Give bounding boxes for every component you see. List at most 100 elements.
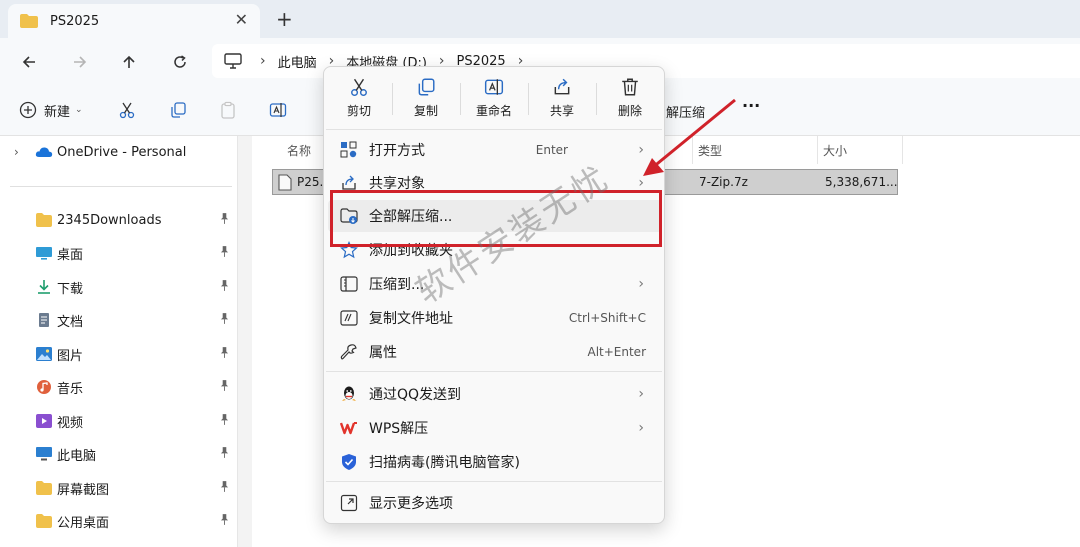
forward-arrow-icon[interactable] — [68, 50, 92, 74]
column-header-name[interactable]: 名称 — [287, 142, 311, 159]
column-divider — [817, 136, 818, 164]
rename-icon — [268, 100, 288, 120]
sidebar-item[interactable]: 屏幕截图 — [0, 474, 238, 502]
sidebar-item[interactable]: 文档 — [0, 306, 238, 334]
folder-icon — [36, 481, 52, 495]
sidebar-scrollbar[interactable] — [238, 136, 252, 547]
refresh-icon[interactable] — [168, 50, 192, 74]
quick-action-label: 删除 — [617, 104, 642, 118]
computer-icon — [36, 447, 52, 461]
sidebar-item[interactable]: 音乐 — [0, 373, 238, 401]
quick-action-label: 重命名 — [475, 104, 512, 118]
pictures-icon — [36, 347, 52, 361]
menu-item-properties[interactable]: 属性 Alt+Enter — [328, 336, 662, 368]
divider — [460, 83, 461, 115]
more-options-icon[interactable]: ··· — [742, 96, 760, 115]
sidebar-item-label: 桌面 — [57, 247, 84, 263]
quick-action-label: 剪切 — [346, 104, 371, 118]
pin-icon[interactable] — [220, 347, 229, 361]
file-name: P25. — [297, 175, 324, 189]
cut-button[interactable] — [117, 100, 137, 120]
new-tab-button[interactable]: + — [276, 7, 293, 31]
up-arrow-icon[interactable] — [117, 50, 141, 74]
folder-icon — [36, 213, 52, 227]
new-button[interactable]: 新建 ⌄ — [18, 100, 83, 120]
quick-action-rename[interactable]: 重命名 — [464, 77, 524, 123]
sidebar-item-label: 2345Downloads — [57, 212, 162, 228]
sidebar-item[interactable]: 此电脑 — [0, 440, 238, 468]
menu-item-label: 扫描病毒(腾讯电脑管家) — [369, 455, 520, 471]
sidebar-item[interactable]: 2345Downloads — [0, 206, 238, 234]
back-arrow-icon[interactable] — [17, 50, 41, 74]
pin-icon[interactable] — [220, 246, 229, 260]
file-icon — [278, 174, 292, 191]
plus-circle-icon — [18, 100, 38, 120]
divider — [326, 129, 662, 130]
menu-item-open-with[interactable]: 打开方式 Enter › — [328, 134, 662, 166]
folder-icon — [36, 514, 52, 528]
column-header-type[interactable]: 类型 — [698, 142, 722, 159]
sidebar-item[interactable]: 桌面 — [0, 239, 238, 267]
cloud-icon — [35, 147, 53, 157]
menu-item-copy-path[interactable]: 复制文件地址 Ctrl+Shift+C — [328, 302, 662, 334]
close-icon[interactable]: ✕ — [235, 10, 248, 29]
paste-button[interactable] — [218, 100, 238, 120]
divider — [596, 83, 597, 115]
menu-item-scan-virus[interactable]: 扫描病毒(腾讯电脑管家) — [328, 446, 662, 478]
quick-action-share[interactable]: 共享 — [532, 77, 592, 123]
quick-action-copy[interactable]: 复制 — [396, 77, 456, 123]
zip-folder-icon — [340, 276, 358, 292]
pin-icon[interactable] — [220, 213, 229, 227]
chevron-right-icon: › — [638, 420, 644, 436]
menu-item-send-via-qq[interactable]: 通过QQ发送到 › — [328, 378, 662, 410]
menu-shortcut: Enter — [535, 143, 568, 157]
menu-item-label: 属性 — [369, 345, 397, 361]
sidebar-item[interactable]: 图片 — [0, 340, 238, 368]
computer-icon — [224, 53, 242, 69]
breadcrumb-this-pc[interactable]: 此电脑 — [278, 52, 317, 71]
sidebar-item[interactable]: 公用桌面 — [0, 507, 238, 535]
sidebar-item-label: 屏幕截图 — [57, 482, 110, 498]
column-divider — [692, 136, 693, 164]
pin-icon[interactable] — [220, 447, 229, 461]
scissors-icon — [329, 77, 389, 99]
share-icon — [532, 77, 592, 99]
pin-icon[interactable] — [220, 280, 229, 294]
pin-icon[interactable] — [220, 380, 229, 394]
chevron-down-icon: ⌄ — [75, 105, 83, 115]
sidebar-item-label: 此电脑 — [57, 448, 97, 464]
copy-icon — [168, 100, 188, 120]
quick-action-delete[interactable]: 删除 — [600, 77, 660, 123]
clipboard-icon — [218, 100, 238, 120]
context-menu: 剪切 复制 重命名 共享 删除 打开方式 Enter › 共享对象 › 全部解压… — [323, 66, 665, 524]
divider — [392, 83, 393, 115]
divider — [10, 186, 232, 187]
extract-all-toolbar-label: 解压缩 — [666, 106, 706, 121]
copy-button[interactable] — [168, 100, 188, 120]
folder-icon — [20, 14, 38, 28]
pin-icon[interactable] — [220, 514, 229, 528]
tab-ps2025[interactable]: PS2025 ✕ — [8, 4, 260, 38]
menu-shortcut: Alt+Enter — [587, 345, 646, 359]
document-icon — [36, 313, 52, 327]
chevron-right-icon: › — [14, 145, 19, 159]
pin-icon[interactable] — [220, 481, 229, 495]
menu-item-wps-extract[interactable]: WPS解压 › — [328, 412, 662, 444]
sidebar-item-onedrive[interactable]: › OneDrive - Personal — [0, 138, 238, 166]
menu-item-compress-to[interactable]: 压缩到... › — [328, 268, 662, 300]
chevron-right-icon: › — [638, 142, 644, 158]
rename-button[interactable] — [268, 100, 288, 120]
column-header-size[interactable]: 大小 — [823, 142, 847, 159]
menu-item-label: 复制文件地址 — [369, 311, 453, 327]
pin-icon[interactable] — [220, 414, 229, 428]
menu-item-show-more-options[interactable]: 显示更多选项 — [328, 487, 662, 519]
file-type: 7-Zip.7z — [699, 175, 748, 189]
chevron-right-icon: › — [260, 53, 266, 69]
quick-action-cut[interactable]: 剪切 — [329, 77, 389, 123]
sidebar-item[interactable]: 下载 — [0, 273, 238, 301]
pin-icon[interactable] — [220, 313, 229, 327]
sidebar-item[interactable]: 视频 — [0, 407, 238, 435]
scissors-icon — [117, 100, 137, 120]
sidebar-item-label: 文档 — [57, 314, 84, 330]
video-icon — [36, 414, 52, 428]
